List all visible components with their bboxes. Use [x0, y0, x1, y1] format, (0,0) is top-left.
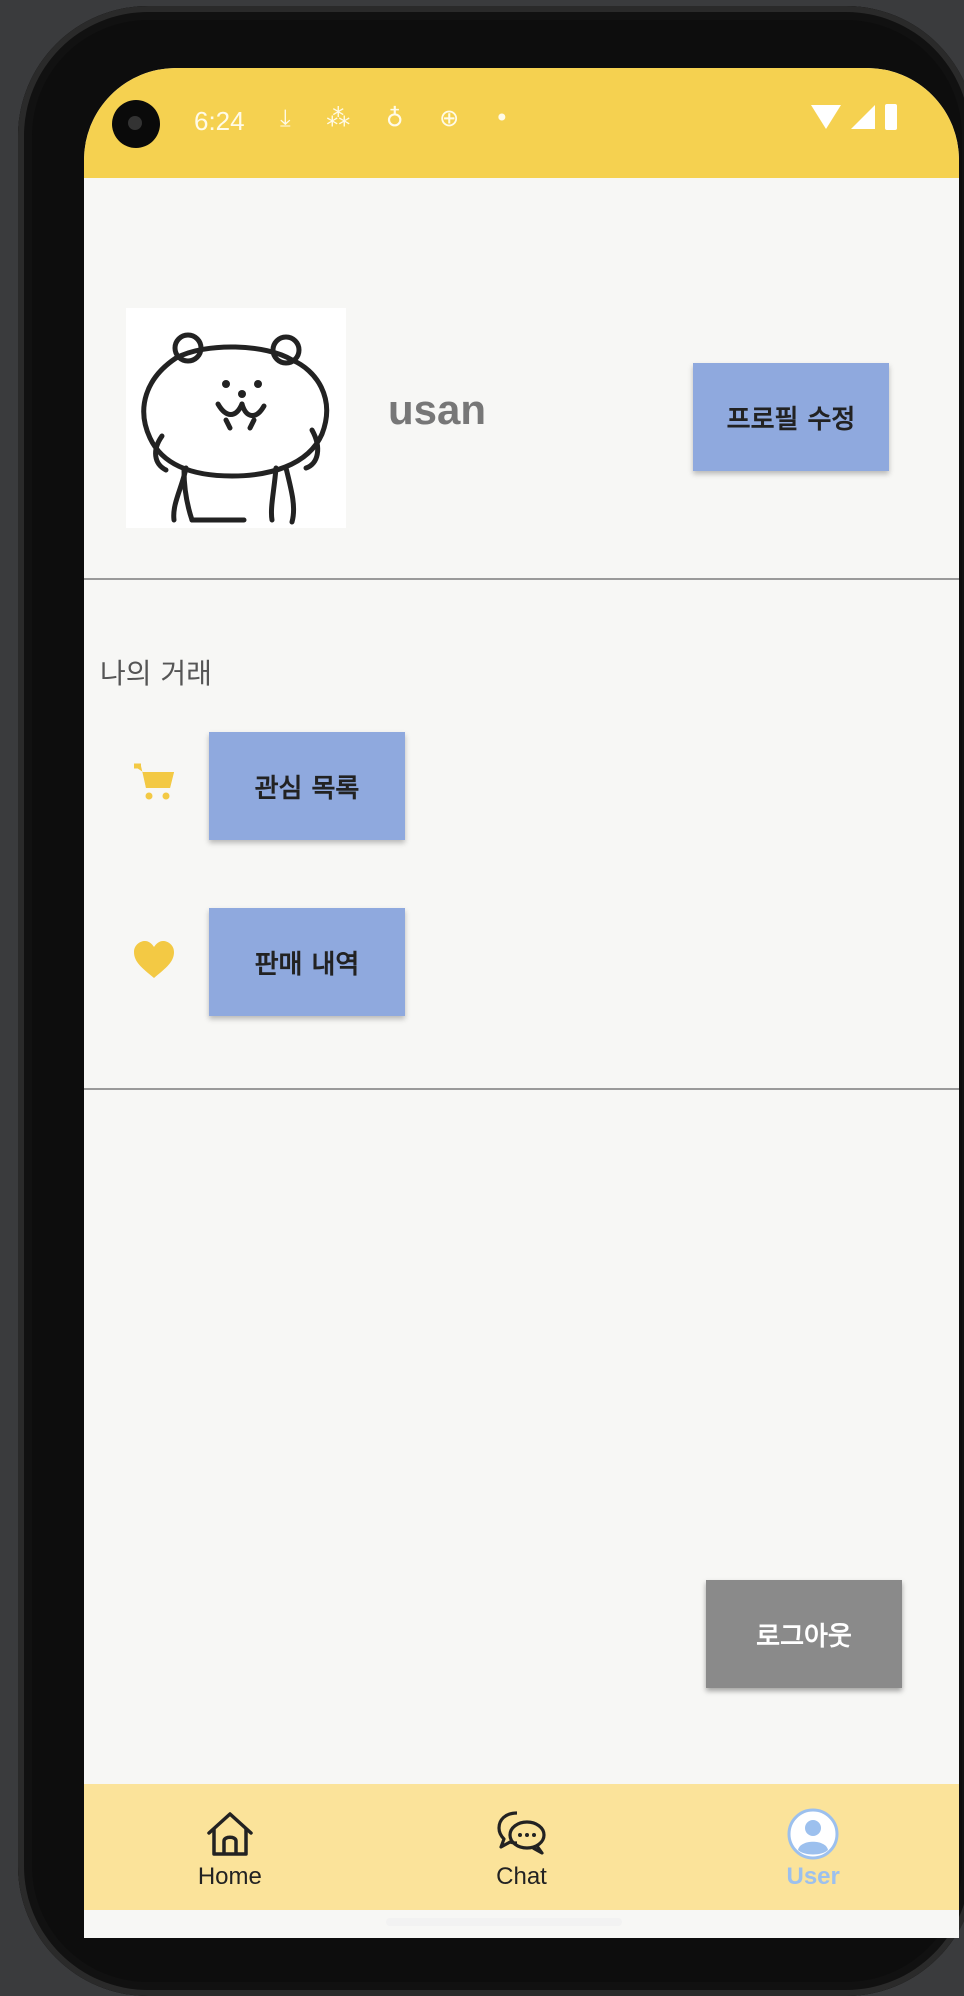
chat-icon: [496, 1811, 546, 1855]
username: usan: [388, 386, 487, 433]
cart-icon: [134, 763, 174, 800]
status-time: 6:24: [194, 106, 245, 136]
logout-button[interactable]: 로그아웃: [706, 1580, 902, 1688]
heart-icon: [134, 941, 174, 978]
camera-cutout: [112, 100, 160, 148]
battery-icon: [885, 104, 897, 130]
home-indicator[interactable]: [386, 1918, 622, 1926]
phone-frame: 6:24 ⤓ ⁂ ♁ ⊕ • usan 프로필 수정 나의 거래 관심 목록 판…: [18, 6, 964, 1996]
divider: [84, 1088, 959, 1090]
bear-avatar-icon: [141, 332, 330, 525]
bottom-navigation: Home Chat User: [84, 1784, 959, 1910]
sales-history-button[interactable]: 판매 내역: [209, 908, 405, 1016]
home-icon: [207, 1812, 253, 1856]
nav-user[interactable]: User: [667, 1784, 959, 1910]
status-bar: 6:24 ⤓ ⁂ ♁ ⊕ •: [84, 68, 959, 178]
my-trades-title: 나의 거래: [100, 657, 212, 690]
wishlist-button[interactable]: 관심 목록: [209, 732, 405, 840]
app-screen: 6:24 ⤓ ⁂ ♁ ⊕ • usan 프로필 수정 나의 거래 관심 목록 판…: [84, 68, 959, 1938]
user-icon: [787, 1808, 839, 1860]
nav-home[interactable]: Home: [84, 1784, 376, 1910]
notification-icons: ⤓ ⁂ ♁ ⊕ •: [280, 104, 523, 132]
wifi-icon: [811, 105, 841, 129]
system-icons: [811, 104, 897, 130]
nav-home-label: Home: [197, 1863, 262, 1890]
edit-profile-button[interactable]: 프로필 수정: [693, 363, 889, 471]
nav-user-label: User: [786, 1863, 840, 1890]
nav-chat[interactable]: Chat: [376, 1784, 668, 1910]
avatar[interactable]: [126, 308, 346, 528]
signal-icon: [851, 105, 875, 129]
nav-chat-label: Chat: [496, 1863, 547, 1890]
divider: [84, 578, 959, 580]
